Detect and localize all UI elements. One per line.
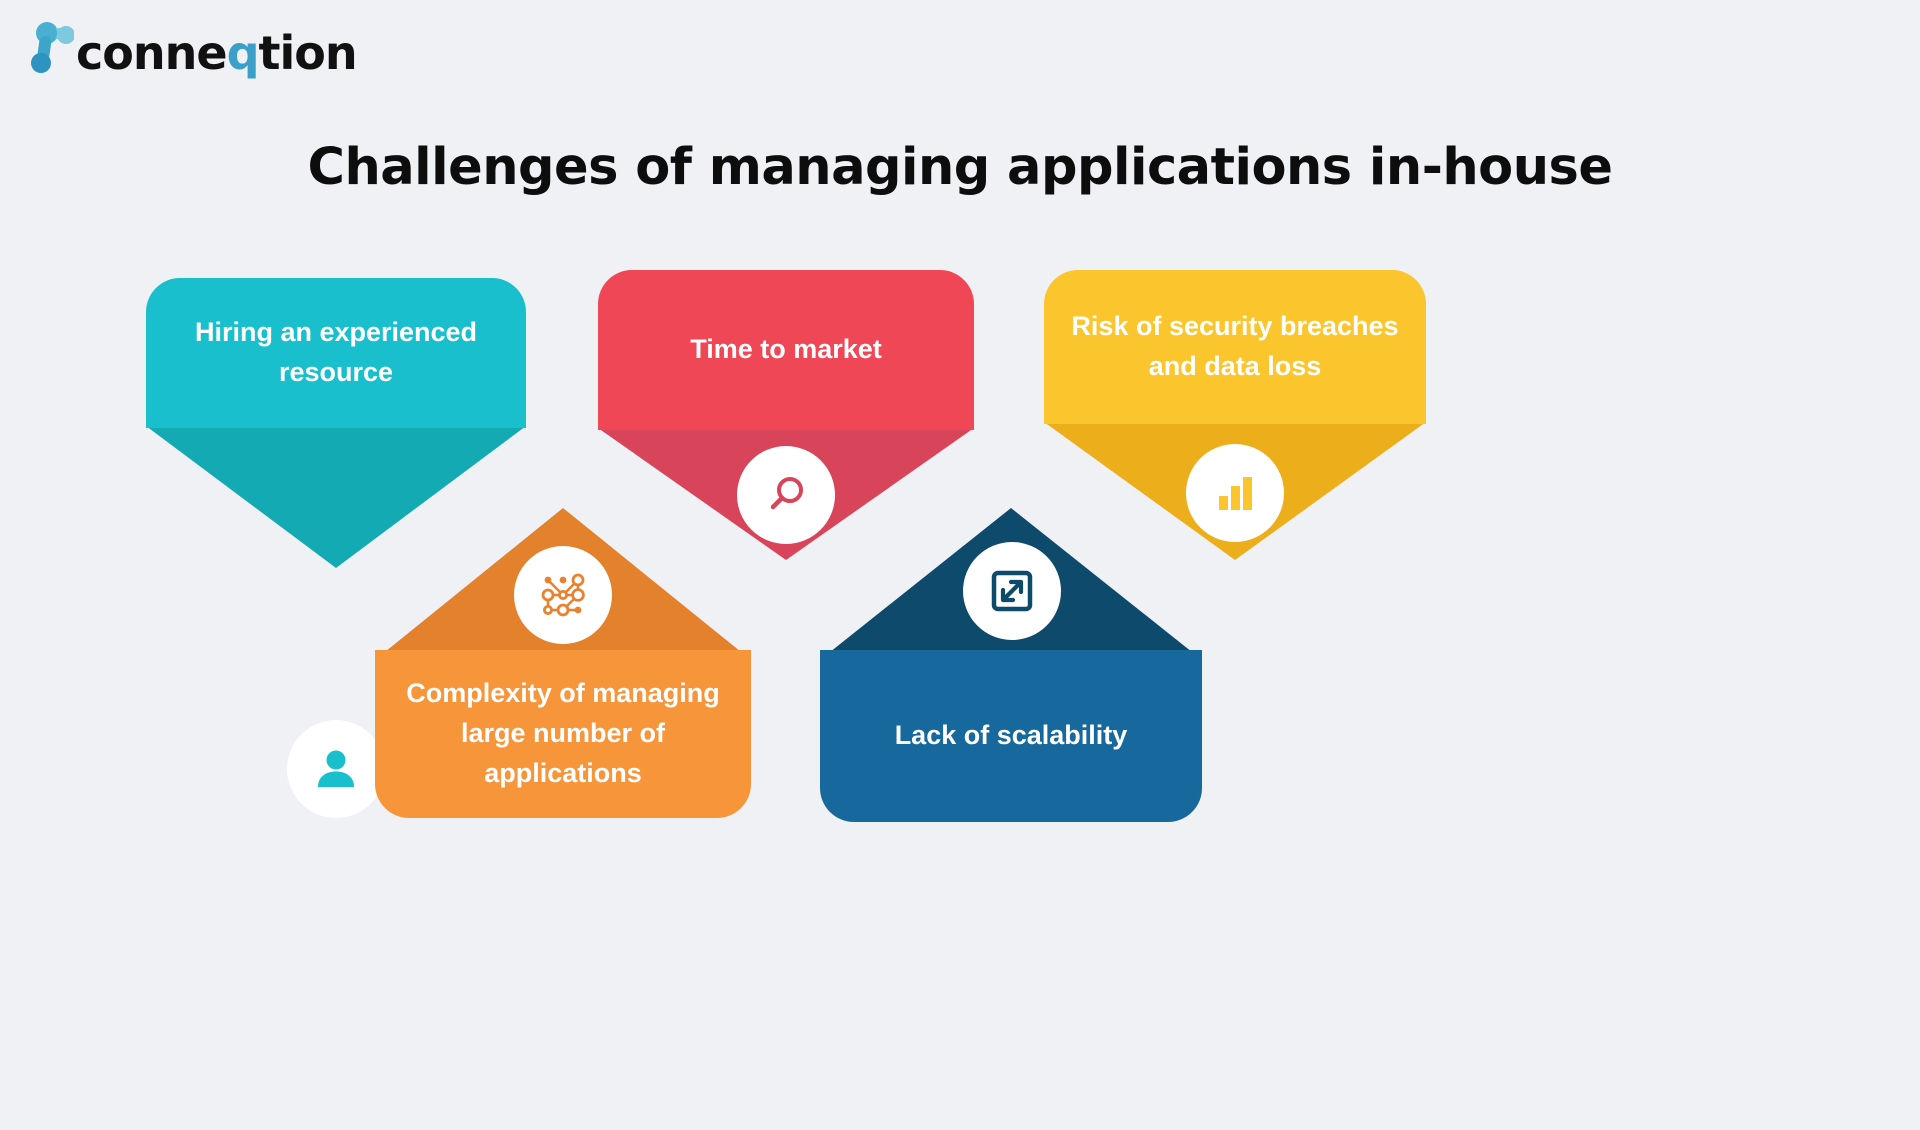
card-label: Lack of scalability [894, 720, 1128, 751]
card-label: Time to market [690, 334, 882, 365]
card-icon-badge [514, 546, 612, 644]
card-label: Risk of security breaches and data loss [1071, 311, 1399, 381]
card-body: Lack of scalability [820, 650, 1202, 822]
card-body: Complexity of managing large number of a… [375, 650, 751, 818]
card-complexity-of-managing-large-number-of-applications[interactable]: Complexity of managing large number of a… [375, 508, 751, 818]
brand-name-part1: conne [76, 26, 228, 80]
card-label: Hiring an experienced resource [194, 317, 478, 387]
card-body: Risk of security breaches and data loss [1044, 270, 1426, 424]
page-title: Challenges of managing applications in-h… [307, 138, 1613, 197]
card-label: Complexity of managing large number of a… [406, 678, 720, 788]
brand-name-accent: q [226, 26, 260, 80]
brand-name: conneqtion [76, 30, 358, 76]
brand-logo: conneqtion [28, 18, 358, 80]
card-body: Time to market [598, 270, 974, 430]
bar-chart-icon [1219, 477, 1252, 510]
expand-arrow-icon [991, 570, 1033, 612]
card-icon-badge [287, 720, 385, 818]
brand-name-part2: tion [258, 26, 358, 80]
card-lack-of-scalability[interactable]: Lack of scalability [820, 508, 1202, 822]
card-body: Hiring an experienced resource [146, 278, 526, 428]
search-icon [770, 477, 803, 510]
person-icon [318, 750, 354, 787]
card-icon-badge [963, 542, 1061, 640]
network-nodes-icon [541, 573, 585, 617]
network-node-icon [31, 22, 74, 73]
